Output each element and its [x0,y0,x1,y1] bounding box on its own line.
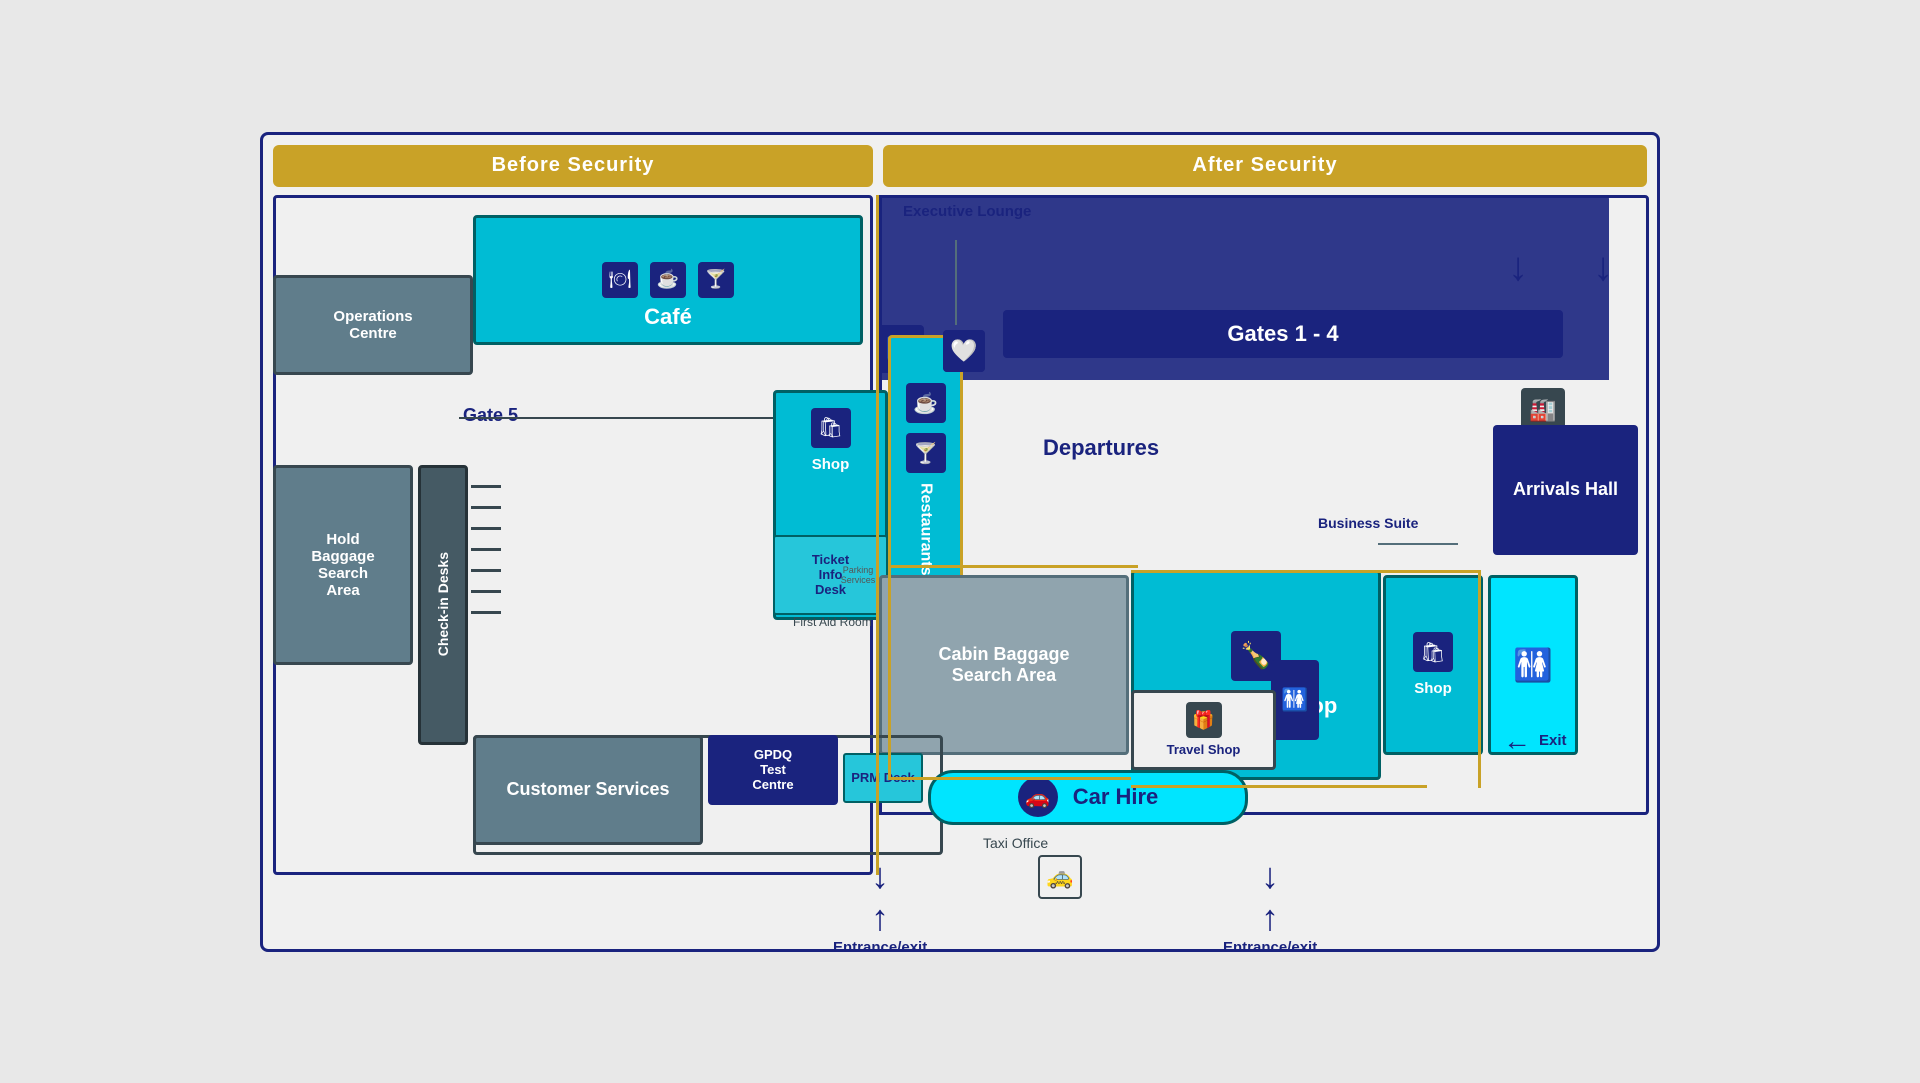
taxi-office-label: Taxi Office [983,835,1048,851]
arrow-down-1: ↓ [1508,245,1528,290]
customer-services-label: Customer Services [506,779,669,800]
gold-path-bottom [1131,785,1427,788]
checkin-desk-lines [471,485,501,614]
arrivals-icon-symbol: 🏭 [1529,397,1556,423]
first-aid-label: First Aid Room [793,615,872,629]
gold-path-minor [888,620,891,635]
exec-lounge-text: Executive Lounge [903,203,1031,220]
cabin-baggage-label: Cabin BaggageSearch Area [938,644,1069,686]
restroom-duty-free: 🚻 [1271,660,1319,740]
arrow-down-2: ↓ [1593,245,1613,290]
arrow-down-1-symbol: ↓ [1508,245,1528,289]
shop-right-label: Shop [1414,680,1452,697]
exit-label: ← Exit [1503,725,1567,757]
entrance-exit-right-label: Entrance/exit [1223,939,1317,952]
travel-shop: 🎁 Travel Shop [1131,690,1276,770]
shop-right: 🛍 Shop [1383,575,1483,755]
hold-baggage-label: HoldBaggageSearchArea [311,531,374,599]
restroom-duty-icon: 🚻 [1281,687,1308,713]
restaurants-label: Restaurants [917,483,935,575]
arrow-down-2-symbol: ↓ [1593,245,1613,289]
hold-baggage-area: HoldBaggageSearchArea [273,465,413,665]
coffee-rest-icon: ☕ [906,383,946,423]
entrance-right-arrow-down: ↓ [1223,855,1317,897]
exec-lounge-label: Executive Lounge [903,203,1031,220]
customer-services: Customer Services [473,735,703,845]
operations-centre: OperationsCentre [273,275,473,375]
exit-arrow-icon: ← [1503,725,1531,757]
exit-text: Exit [1539,732,1567,749]
travel-shop-icon: 🎁 [1186,702,1222,738]
coffee-icon: ☕ [650,262,686,298]
gate5-label: Gate 5 [463,405,518,426]
gate5-line [459,417,809,419]
shop-icon: 🛍 [811,408,851,448]
gold-path-mid [1131,570,1481,573]
business-suite-text: Business Suite [1318,515,1418,531]
gold-path-cabin-top [888,565,1138,568]
cocktail-icon: 🍸 [698,262,734,298]
glove-symbol: 🤍 [950,338,977,364]
restroom-right-icon: 🚻 [1513,646,1553,684]
checkin-desks: Check-in Desks [418,465,468,745]
arrivals-hall: Arrivals Hall [1493,425,1638,555]
gold-path-cabin-left [888,565,891,780]
parking-services-text: Parking Services [841,565,876,585]
entrance-left-arrow-down: ↓ [833,855,927,897]
taxi-icon: 🚕 [1038,855,1082,899]
gates-1-4-bar: Gates 1 - 4 [1003,310,1563,358]
operations-centre-label: OperationsCentre [333,308,412,342]
gate5-text: Gate 5 [463,405,518,425]
glove-icon: 🤍 [943,330,985,372]
entrance-exit-left: ↓ ↑ Entrance/exit [833,855,927,952]
entrance-exit-right: ↓ ↑ Entrance/exit [1223,855,1317,952]
gpdq-test-centre: GPDQTestCentre [708,735,838,805]
cocktail-rest-icon: 🍸 [906,433,946,473]
header-after-security: After Security [883,145,1647,187]
checkin-desks-label: Check-in Desks [435,552,451,656]
taxi-symbol: 🚕 [1046,864,1073,890]
business-suite-label: Business Suite [1318,515,1418,531]
travel-shop-label: Travel Shop [1167,742,1241,757]
first-aid-room: First Aid Room [793,615,872,629]
taxi-office-text: Taxi Office [983,835,1048,851]
exec-lounge-line [955,240,957,325]
entrance-exit-left-label: Entrance/exit [833,939,927,952]
departures-text: Departures [1043,435,1159,460]
arrivals-hall-label: Arrivals Hall [1513,479,1618,500]
entrance-right-arrow-up: ↑ [1223,897,1317,939]
entrance-left-arrow-up: ↑ [833,897,927,939]
security-divider [876,195,879,875]
business-suite-line [1378,543,1458,545]
cafe-icons: 🍽 ☕ 🍸 [602,262,734,298]
airport-map: Before Security After Security Operation… [260,132,1660,952]
gates-1-4-label: Gates 1 - 4 [1227,321,1338,347]
restaurant-icon: 🍽 [602,262,638,298]
header-before-security: Before Security [273,145,873,187]
gold-path-cabin-bottom [888,777,1131,780]
cabin-baggage-search-area: Cabin BaggageSearch Area [879,575,1129,755]
cafe-label: Café [644,304,692,330]
car-hire-label: Car Hire [1073,784,1159,810]
departures-label: Departures [1043,435,1159,461]
gpdq-label: GPDQTestCentre [752,747,793,792]
shop-right-icon: 🛍 [1413,632,1453,672]
gold-path-vertical-right [1478,570,1481,788]
shop-label: Shop [812,456,850,473]
after-security-label: After Security [1192,154,1337,177]
car-hire-icon: 🚗 [1018,777,1058,817]
cafe-area: 🍽 ☕ 🍸 Café [473,215,863,345]
before-security-label: Before Security [492,154,655,177]
